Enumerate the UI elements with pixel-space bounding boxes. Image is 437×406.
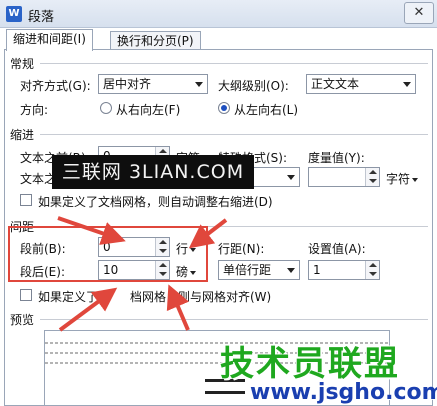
site-watermark-logo: 技术员联盟 — [220, 344, 400, 384]
outline-level-value: 正文文本 — [311, 77, 360, 91]
dialog-title: 段落 — [28, 10, 55, 25]
measure-unit-dropdown[interactable]: 字符 — [386, 170, 418, 187]
watermark-banner: 三联网 3LIAN.COM — [52, 155, 254, 189]
chevron-down-icon — [287, 268, 295, 273]
arrow-down-icon — [369, 272, 377, 276]
divider — [40, 63, 428, 64]
title-bar: W 段落 ✕ — [0, 0, 437, 28]
line-spacing-label: 行距(N): — [218, 242, 265, 256]
chevron-down-icon — [403, 82, 411, 87]
outline-level-select[interactable]: 正文文本 — [306, 74, 416, 94]
general-section-header: 常规 — [10, 57, 35, 71]
arrow-down-icon — [369, 179, 377, 183]
ltr-radio[interactable] — [218, 102, 230, 114]
rtl-label[interactable]: 从右向左(F) — [116, 101, 180, 118]
indent-after-label: 文本之 — [20, 172, 57, 186]
alignment-select[interactable]: 居中对齐 — [98, 74, 208, 94]
divider — [40, 319, 428, 320]
auto-adjust-checkbox[interactable] — [20, 194, 32, 206]
wps-writer-icon: W — [6, 6, 22, 22]
arrow-up-icon — [159, 149, 167, 153]
auto-adjust-label[interactable]: 如果定义了文档网格，则自动调整右缩进(D) — [38, 193, 273, 210]
measure-stepper[interactable] — [308, 167, 380, 187]
preview-section-header: 预览 — [10, 313, 35, 327]
set-value-label: 设置值(A): — [308, 242, 366, 256]
tab-line-page-breaks[interactable]: 换行和分页(P) — [110, 31, 201, 51]
indent-section-header: 缩进 — [10, 128, 35, 142]
alignment-value: 居中对齐 — [103, 77, 152, 91]
annotation-highlight — [8, 226, 208, 282]
arrow-up-icon — [369, 263, 377, 267]
grid-align-label-left[interactable]: 如果定义了 — [38, 288, 98, 305]
arrow-up-icon — [369, 170, 377, 174]
outline-level-label: 大纲级别(O): — [218, 79, 289, 93]
tab-indent-spacing[interactable]: 缩进和间距(I) — [6, 29, 93, 51]
chevron-down-icon — [195, 82, 203, 87]
line-spacing-select[interactable]: 单倍行距 — [218, 260, 300, 280]
divider — [40, 134, 428, 135]
chevron-down-icon — [287, 175, 295, 180]
spin-buttons[interactable] — [365, 261, 379, 279]
grid-align-checkbox[interactable] — [20, 289, 32, 301]
site-watermark-url: www.jsgho.com — [250, 380, 437, 405]
set-value: 1 — [313, 263, 321, 277]
alignment-label: 对齐方式(G): — [20, 79, 91, 93]
close-button[interactable]: ✕ — [404, 2, 434, 24]
spin-buttons[interactable] — [365, 168, 379, 186]
rtl-radio[interactable] — [100, 102, 112, 114]
measure-label: 度量值(Y): — [308, 151, 365, 165]
set-value-stepper[interactable]: 1 — [308, 260, 380, 280]
ltr-label[interactable]: 从左向右(L) — [234, 101, 298, 118]
grid-align-label-right[interactable]: 档网格，则与网格对齐(W) — [130, 288, 271, 305]
direction-label: 方向: — [20, 103, 49, 117]
line-spacing-value: 单倍行距 — [223, 263, 272, 277]
preview-current-line — [205, 391, 245, 394]
